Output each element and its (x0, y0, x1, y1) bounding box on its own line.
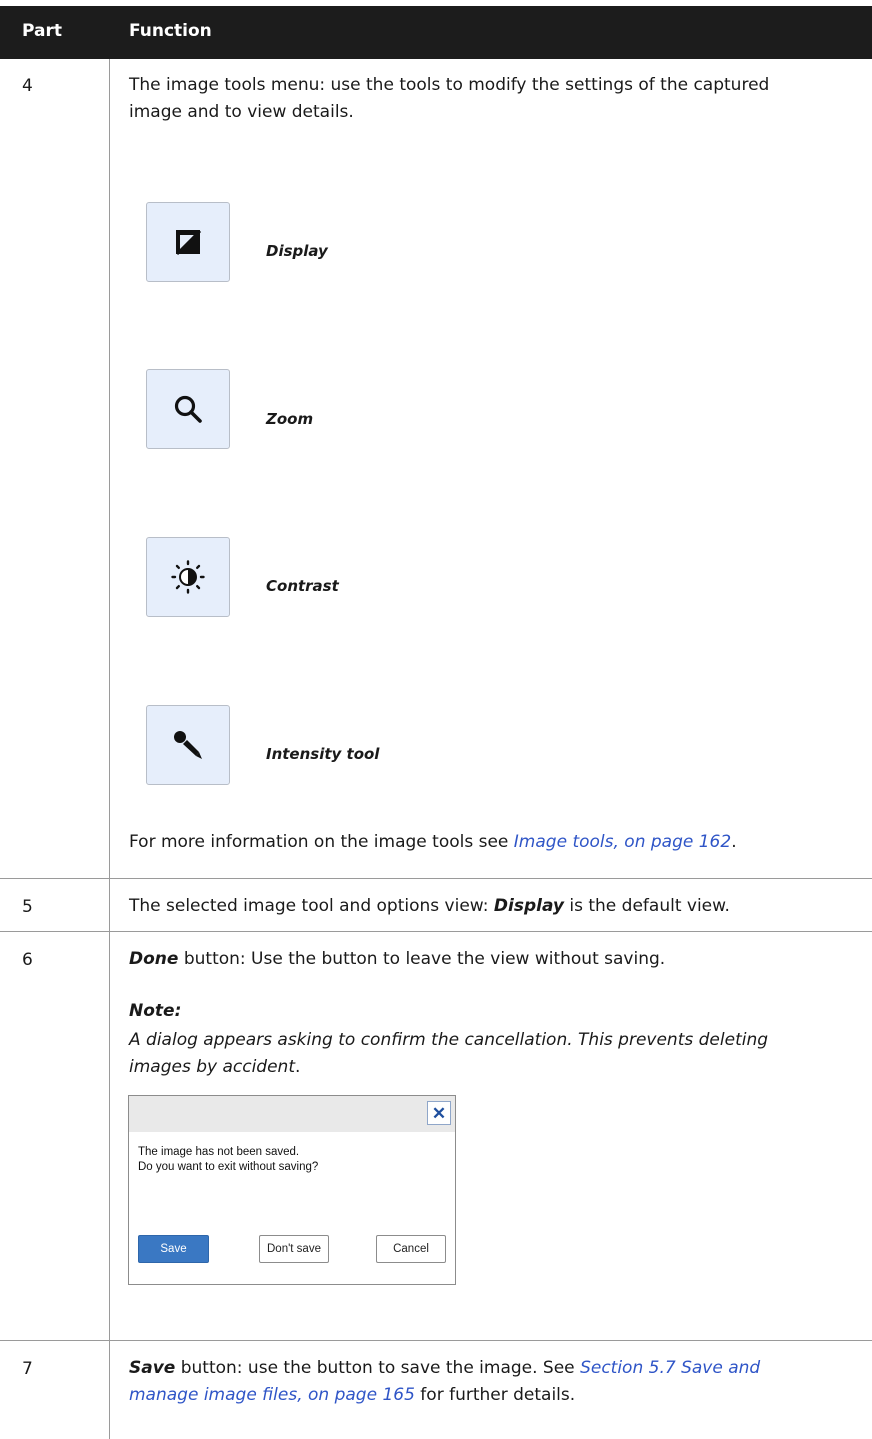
tool-label-display: Display (266, 242, 328, 260)
intensity-tool-button[interactable] (146, 705, 230, 785)
row4-intro-line2: image and to view details. (129, 102, 354, 122)
row5-text: The selected image tool and options view… (129, 893, 859, 920)
note-line1: A dialog appears asking to confirm the c… (129, 1030, 769, 1050)
tool-label-zoom: Zoom (266, 410, 314, 428)
confirm-dialog: ✕ The image has not been saved. Do you w… (128, 1095, 456, 1285)
eyedropper-icon (174, 731, 202, 759)
row6-post: button: Use the button to leave the view… (178, 949, 666, 969)
row7-mid: button: use the button to save the image… (175, 1358, 581, 1378)
display-icon (175, 229, 202, 256)
note-line2: images by accident (129, 1057, 295, 1077)
row6-text: Done button: Use the button to leave the… (129, 946, 859, 973)
part-number-7: 7 (22, 1359, 33, 1379)
row4-more-post: . (731, 832, 737, 852)
dialog-titlebar: ✕ (129, 1096, 455, 1132)
table-header: Part Function (0, 6, 872, 59)
row-divider (0, 931, 872, 932)
row4-intro-line1: The image tools menu: use the tools to m… (129, 75, 770, 95)
zoom-tool-button[interactable] (146, 369, 230, 449)
row-divider (0, 878, 872, 879)
note-title: Note: (129, 1001, 182, 1021)
row6-bold: Done (129, 949, 179, 969)
row5-post: is the default view. (563, 896, 730, 916)
tool-label-intensity: Intensity tool (266, 745, 380, 763)
row-divider (0, 1340, 872, 1341)
row4-intro: The image tools menu: use the tools to m… (129, 72, 859, 126)
note-body: A dialog appears asking to confirm the c… (129, 1027, 859, 1081)
dialog-message-line1: The image has not been saved. (138, 1146, 300, 1158)
row7-text: Save button: use the button to save the … (129, 1355, 859, 1409)
row7-bold: Save (129, 1358, 176, 1378)
header-function: Function (129, 21, 212, 41)
header-part: Part (22, 21, 62, 41)
note-end: . (295, 1057, 301, 1077)
display-tool-button[interactable] (146, 202, 230, 282)
link-image-tools[interactable]: Image tools, on page 162 (514, 832, 731, 852)
dialog-message: The image has not been saved. Do you wan… (138, 1145, 318, 1175)
contrast-icon (171, 560, 205, 594)
link-section-5-7-cont[interactable]: manage image files, on page 165 (129, 1385, 415, 1405)
zoom-icon (174, 395, 202, 423)
row5-bold: Display (493, 896, 564, 916)
dont-save-button[interactable]: Don't save (259, 1235, 329, 1263)
dialog-message-line2: Do you want to exit without saving? (138, 1161, 319, 1173)
tool-label-contrast: Contrast (266, 577, 339, 595)
row4-more-pre: For more information on the image tools … (129, 832, 514, 852)
row4-more-info: For more information on the image tools … (129, 829, 859, 856)
part-number-5: 5 (22, 897, 33, 917)
column-divider (109, 59, 110, 1439)
link-section-5-7[interactable]: Section 5.7 Save and (580, 1358, 760, 1378)
close-icon[interactable]: ✕ (427, 1101, 451, 1125)
part-number-4: 4 (22, 76, 33, 96)
cancel-button[interactable]: Cancel (376, 1235, 446, 1263)
contrast-tool-button[interactable] (146, 537, 230, 617)
save-button[interactable]: Save (138, 1235, 209, 1263)
row7-post: for further details. (414, 1385, 576, 1405)
row5-pre: The selected image tool and options view… (129, 896, 494, 916)
part-number-6: 6 (22, 950, 33, 970)
